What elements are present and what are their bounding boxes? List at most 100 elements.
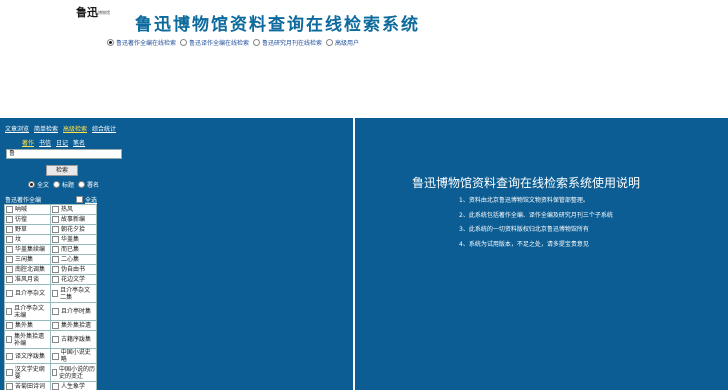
- nav-link[interactable]: 书信: [39, 140, 51, 147]
- checkbox-icon[interactable]: [6, 256, 13, 263]
- work-checkbox[interactable]: 朝花夕拾: [52, 226, 95, 233]
- nav-link[interactable]: 文章浏览: [5, 126, 29, 133]
- checkbox-icon[interactable]: [52, 266, 59, 273]
- checkbox-icon[interactable]: [6, 383, 13, 390]
- checkbox-icon[interactable]: [76, 196, 83, 203]
- search-mode-option[interactable]: 鲁迅研究月刊在线检索: [253, 38, 322, 47]
- radio-icon[interactable]: [253, 39, 261, 46]
- work-checkbox[interactable]: 野草: [6, 226, 49, 233]
- radio-icon[interactable]: [53, 181, 61, 188]
- work-checkbox[interactable]: 中国小说史略: [52, 349, 95, 363]
- work-cell: 且介亭杂文二集: [50, 284, 97, 303]
- nav-link[interactable]: 综合统计: [92, 126, 116, 133]
- search-scope-option[interactable]: 全文: [28, 180, 49, 189]
- checkbox-icon[interactable]: [52, 216, 59, 223]
- checkbox-icon[interactable]: [52, 369, 57, 376]
- checkbox-icon[interactable]: [52, 236, 59, 243]
- checkbox-icon[interactable]: [52, 336, 59, 343]
- work-checkbox[interactable]: 花边文学: [52, 276, 95, 283]
- radio-icon[interactable]: [180, 39, 188, 46]
- checkbox-icon[interactable]: [52, 308, 59, 315]
- work-checkbox[interactable]: 中国小说的历史的变迁: [52, 366, 95, 380]
- checkbox-icon[interactable]: [6, 336, 13, 343]
- select-all-label: 全选: [85, 197, 98, 204]
- search-scope-option[interactable]: 标题: [53, 180, 74, 189]
- work-checkbox[interactable]: 集外集拾遗补编: [6, 333, 49, 347]
- work-checkbox[interactable]: 呐喊: [6, 206, 49, 213]
- work-cell: 南腔北调集: [4, 264, 51, 275]
- work-checkbox[interactable]: 且介亭杂文: [6, 290, 49, 297]
- checkbox-icon[interactable]: [52, 276, 59, 283]
- checkbox-icon[interactable]: [6, 226, 13, 233]
- search-input[interactable]: 鲁: [6, 149, 122, 159]
- checkbox-icon[interactable]: [6, 322, 13, 329]
- work-checkbox[interactable]: 二心集: [52, 256, 95, 263]
- nav-link[interactable]: 著作: [22, 140, 34, 147]
- search-mode-option[interactable]: 鲁迅译作全编在线检索: [180, 38, 249, 47]
- search-mode-option[interactable]: 鲁迅著作全编在线检索: [107, 38, 176, 47]
- search-button[interactable]: 检索: [46, 165, 78, 176]
- work-checkbox[interactable]: 且介亭杂文二集: [52, 287, 95, 301]
- radio-icon[interactable]: [28, 181, 35, 188]
- work-checkbox[interactable]: 且介亭杂文末编: [6, 305, 49, 319]
- header: 鲁迅 博物馆 鲁迅博物馆资料查询在线检索系统 鲁迅著作全编在线检索 鲁迅译作全编在…: [0, 0, 728, 118]
- radio-icon[interactable]: [78, 181, 86, 188]
- checkbox-icon[interactable]: [52, 256, 59, 263]
- work-cell: 野草: [4, 224, 51, 235]
- work-checkbox[interactable]: 热风: [52, 206, 95, 213]
- nav-link[interactable]: 笔名: [73, 140, 85, 147]
- work-checkbox[interactable]: 苦菊田诗词: [6, 383, 49, 390]
- work-checkbox[interactable]: 人生象学: [52, 383, 95, 390]
- table-row: 集外集 集外集拾遗: [4, 320, 97, 331]
- work-label: 野草: [15, 226, 28, 233]
- work-checkbox[interactable]: 准风月谈: [6, 276, 49, 283]
- checkbox-icon[interactable]: [52, 290, 59, 297]
- search-scope-option[interactable]: 署名: [78, 180, 99, 189]
- checkbox-icon[interactable]: [52, 246, 59, 253]
- work-checkbox[interactable]: 古籍序跋集: [52, 336, 95, 343]
- checkbox-icon[interactable]: [6, 352, 13, 360]
- checkbox-icon[interactable]: [52, 206, 59, 213]
- work-checkbox[interactable]: 而已集: [52, 246, 95, 253]
- checkbox-icon[interactable]: [6, 216, 13, 223]
- select-all-checkbox[interactable]: 全选: [76, 195, 97, 204]
- work-checkbox[interactable]: 三闲集: [6, 256, 49, 263]
- checkbox-icon[interactable]: [6, 236, 13, 243]
- checkbox-icon[interactable]: [6, 276, 13, 283]
- work-label: 伪自由书: [61, 266, 86, 273]
- work-checkbox[interactable]: 译文序跋集: [6, 352, 49, 360]
- checkbox-icon[interactable]: [6, 290, 13, 297]
- work-label: 译文序跋集: [15, 352, 46, 360]
- radio-icon[interactable]: [107, 39, 114, 46]
- search-mode-option[interactable]: 高级用户: [326, 38, 359, 47]
- work-checkbox[interactable]: 彷徨: [6, 216, 49, 223]
- work-checkbox[interactable]: 华盖集续编: [6, 246, 49, 253]
- checkbox-icon[interactable]: [6, 266, 13, 273]
- checkbox-icon[interactable]: [6, 206, 13, 213]
- work-checkbox[interactable]: 华盖集: [52, 236, 95, 243]
- table-row: 野草 朝花夕拾: [4, 224, 97, 235]
- work-checkbox[interactable]: 且介亭时集: [52, 308, 95, 315]
- work-checkbox[interactable]: 伪自由书: [52, 266, 95, 273]
- checkbox-icon[interactable]: [6, 246, 13, 253]
- work-checkbox[interactable]: 南腔北调集: [6, 266, 49, 273]
- work-checkbox[interactable]: 集外集拾遗: [52, 322, 95, 329]
- work-cell: 汉文学史纲要: [4, 363, 51, 382]
- work-checkbox[interactable]: 故事新编: [52, 216, 95, 223]
- work-checkbox[interactable]: 集外集: [6, 322, 49, 329]
- radio-icon[interactable]: [326, 39, 334, 46]
- checkbox-icon[interactable]: [52, 226, 59, 233]
- checkbox-icon[interactable]: [52, 322, 59, 329]
- work-checkbox[interactable]: 坟: [6, 236, 49, 243]
- nav-link[interactable]: 日记: [56, 140, 68, 147]
- checkbox-icon[interactable]: [6, 308, 13, 315]
- work-cell: 朝花夕拾: [50, 224, 97, 235]
- work-label: 中国小说的历史的变迁: [59, 365, 96, 380]
- nav-link[interactable]: 简单检索: [34, 126, 58, 133]
- nav-link[interactable]: 高级检索: [63, 126, 87, 133]
- work-checkbox[interactable]: 汉文学史纲要: [6, 366, 49, 380]
- checkbox-icon[interactable]: [6, 369, 13, 376]
- instructions-title: 鲁迅博物馆资料查询在线检索系统使用说明: [412, 176, 641, 190]
- checkbox-icon[interactable]: [52, 352, 59, 360]
- checkbox-icon[interactable]: [52, 383, 59, 390]
